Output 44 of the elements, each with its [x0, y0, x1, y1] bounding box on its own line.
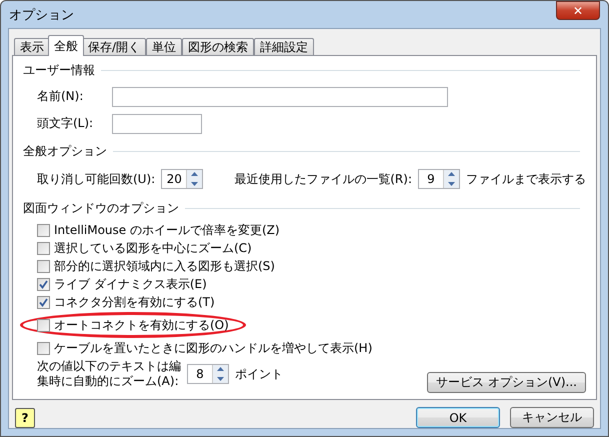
- group-heading: 図面ウィンドウのオプション: [23, 200, 179, 217]
- checkbox-label: IntelliMouse のホイールで倍率を変更(Z): [54, 222, 280, 238]
- field-label: 名前(N):: [37, 88, 84, 105]
- field-label: 最近使用したファイルの一覧(R):: [234, 170, 412, 188]
- field-label: 次の値以下のテキストは編 集時に自動的にズーム(A):: [37, 359, 181, 389]
- window-title: オプション: [9, 6, 74, 24]
- field-suffix: ポイント: [235, 366, 283, 382]
- checkbox[interactable]: [37, 278, 50, 290]
- input-field[interactable]: [112, 114, 202, 134]
- checkbox[interactable]: [37, 296, 50, 308]
- tab[interactable]: 詳細設定: [254, 38, 314, 56]
- group-heading: ユーザー情報: [23, 62, 95, 79]
- tab[interactable]: 表示: [14, 38, 50, 56]
- checkbox-label: コネクタ分割を有効にする(T): [54, 294, 215, 310]
- checkbox[interactable]: [37, 242, 50, 254]
- field-label: 頭文字(L):: [37, 115, 94, 132]
- checkbox[interactable]: [37, 260, 50, 272]
- checkbox[interactable]: [37, 342, 50, 354]
- checkbox-label: 部分的に選択領域内に入る図形も選択(S): [54, 258, 275, 274]
- service-options-button[interactable]: サービス オプション(V)...: [427, 372, 586, 393]
- field-label: 取り消し可能回数(U):: [37, 170, 156, 188]
- input-field[interactable]: [112, 86, 448, 106]
- ok-button[interactable]: OK: [416, 407, 500, 428]
- cancel-button[interactable]: キャンセル: [510, 407, 594, 428]
- spin-value: 9: [426, 172, 436, 186]
- checkbox-label: ケーブルを置いたときに図形のハンドルを増やして表示(H): [54, 340, 372, 356]
- spin-value: 8: [195, 367, 205, 381]
- spin-box[interactable]: 8: [187, 364, 229, 384]
- tab[interactable]: 全般: [48, 35, 84, 56]
- tab[interactable]: 図形の検索: [182, 38, 254, 56]
- checkbox[interactable]: [37, 318, 50, 332]
- group-heading: 全般オプション: [23, 143, 107, 160]
- tab[interactable]: 保存/開く: [82, 38, 146, 56]
- checkbox[interactable]: [37, 224, 50, 236]
- spin-value: 20: [166, 172, 183, 186]
- checkbox-label: ライブ ダイナミクス表示(E): [54, 276, 207, 292]
- spin-box[interactable]: 9: [418, 169, 460, 189]
- help-button[interactable]: ?: [15, 408, 35, 428]
- checkbox-label: 選択している図形を中心にズーム(C): [54, 240, 252, 256]
- checkbox-label: オートコネクトを有効にする(O): [54, 316, 229, 334]
- tab[interactable]: 単位: [146, 38, 182, 56]
- close-button[interactable]: ✕: [556, 1, 600, 20]
- field-suffix: ファイルまで表示する: [466, 170, 586, 188]
- spin-box[interactable]: 20: [161, 169, 204, 189]
